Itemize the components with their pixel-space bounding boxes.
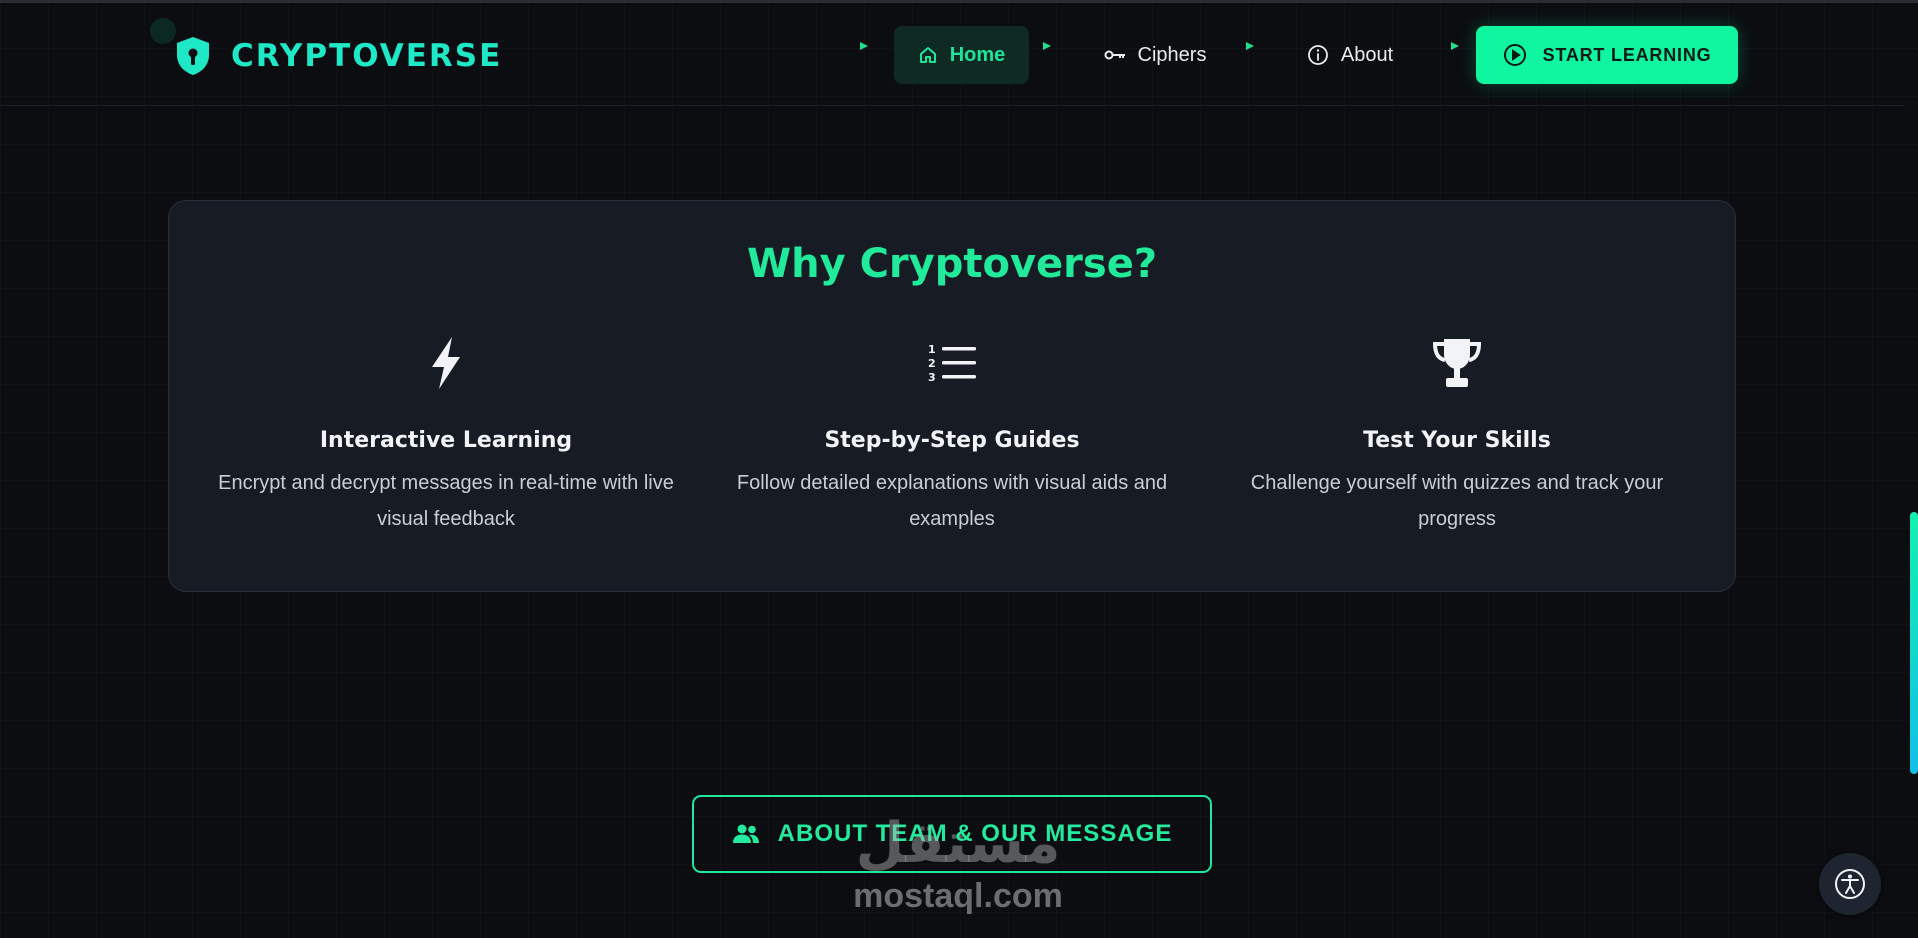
nav-arrow-icon xyxy=(1246,42,1254,50)
nav-ciphers[interactable]: Ciphers xyxy=(1085,26,1225,84)
feature-description: Challenge yourself with quizzes and trac… xyxy=(1250,472,1664,530)
nav-arrow-icon xyxy=(1043,42,1051,50)
nav-arrow-icon xyxy=(1451,42,1459,50)
home-icon xyxy=(919,47,936,63)
brand-name: CRYPTOVERSE xyxy=(231,38,503,74)
accessibility-icon xyxy=(1835,869,1865,899)
why-cryptoverse-card: Why Cryptoverse? Interactive Learning En… xyxy=(168,200,1736,592)
svg-text:1: 1 xyxy=(928,343,936,356)
section-title: Why Cryptoverse? xyxy=(746,241,1158,287)
scroll-progress-bar[interactable] xyxy=(1910,512,1918,774)
shield-keyhole-icon xyxy=(177,37,209,75)
feature-title: Step-by-Step Guides xyxy=(824,428,1080,453)
feature-description: Follow detailed explanations with visual… xyxy=(736,472,1168,530)
watermark-latin: mostaql.com xyxy=(853,877,1063,915)
nav-about[interactable]: About xyxy=(1290,26,1410,84)
brand-logo[interactable]: CRYPTOVERSE xyxy=(175,35,502,77)
start-learning-button[interactable]: START LEARNING xyxy=(1476,26,1738,84)
feature-title: Test Your Skills xyxy=(1363,428,1551,453)
play-circle-icon xyxy=(1503,44,1526,66)
trophy-icon xyxy=(1432,339,1482,387)
nav-ciphers-label: Ciphers xyxy=(1137,43,1207,66)
navbar: CRYPTOVERSE Home Ciphers About START LEA… xyxy=(0,3,1905,106)
start-learning-label: START LEARNING xyxy=(1542,44,1712,65)
key-icon xyxy=(1104,50,1125,60)
about-team-label: ABOUT TEAM & OUR MESSAGE xyxy=(777,820,1173,847)
feature-step-by-step-guides: 1 2 3 Step-by-Step Guides Follow detaile… xyxy=(717,333,1187,537)
lightning-icon xyxy=(432,337,460,389)
feature-test-your-skills: Test Your Skills Challenge yourself with… xyxy=(1222,333,1692,537)
info-icon xyxy=(1307,45,1328,65)
svg-text:3: 3 xyxy=(928,371,936,384)
svg-text:2: 2 xyxy=(928,357,936,370)
numbered-list-icon: 1 2 3 xyxy=(928,343,976,384)
nav-home-label: Home xyxy=(949,43,1006,66)
accessibility-button[interactable] xyxy=(1819,853,1881,915)
feature-description: Encrypt and decrypt messages in real-tim… xyxy=(218,472,674,530)
feature-interactive-learning: Interactive Learning Encrypt and decrypt… xyxy=(211,333,681,537)
nav-about-label: About xyxy=(1340,43,1394,66)
feature-title: Interactive Learning xyxy=(319,428,573,453)
nav-arrow-icon xyxy=(860,42,868,50)
nav-home[interactable]: Home xyxy=(894,26,1029,84)
users-icon xyxy=(732,824,759,843)
about-team-button[interactable]: ABOUT TEAM & OUR MESSAGE xyxy=(692,795,1212,873)
